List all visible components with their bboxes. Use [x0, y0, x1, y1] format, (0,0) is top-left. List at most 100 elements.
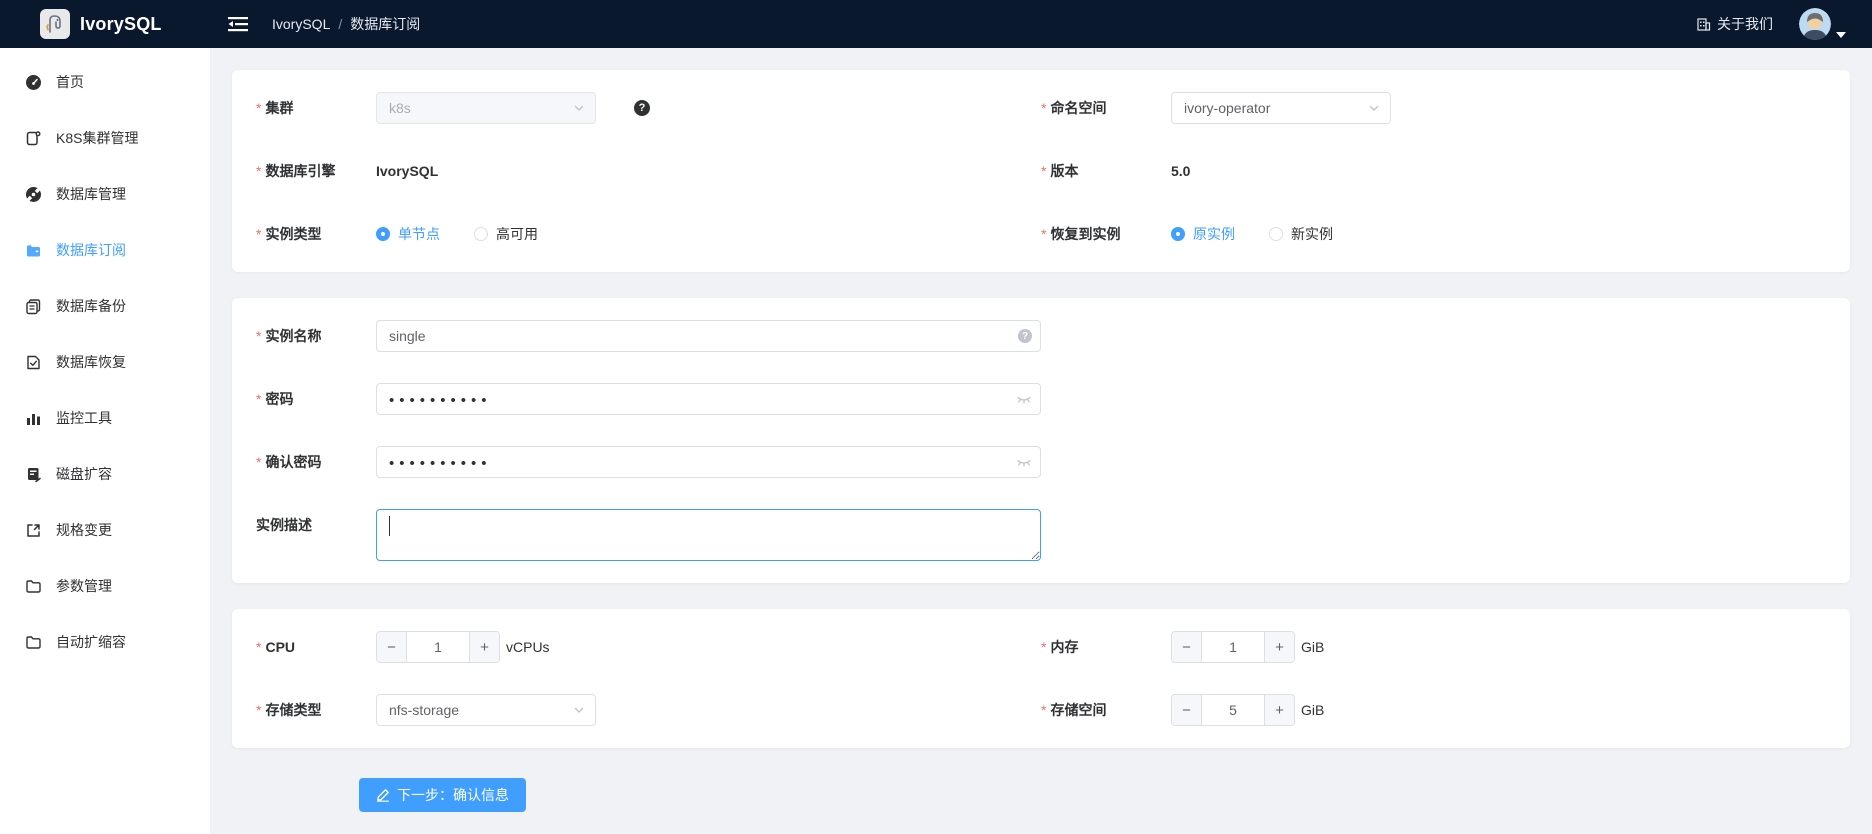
brand[interactable]: IvorySQL [0, 9, 210, 39]
sidebar-item-label: 数据库订阅 [56, 240, 126, 260]
sidebar-collapse-icon[interactable] [228, 16, 248, 32]
description-textarea[interactable] [376, 509, 1041, 561]
chevron-down-icon [573, 102, 585, 114]
radio-original-instance[interactable]: 原实例 [1171, 224, 1235, 244]
storage-class-label: * 存储类型 [256, 700, 376, 720]
name-help-icon[interactable]: ? [1018, 329, 1032, 343]
cpu-value[interactable]: 1 [407, 639, 469, 655]
sidebar-item-home[interactable]: 首页 [0, 54, 210, 110]
about-us-label: 关于我们 [1717, 14, 1773, 34]
sidebar: 首页 K8S集群管理 数据库管理 数据库订阅 数据库备份 数据库恢复 监控工 [0, 48, 210, 834]
storage-class-select[interactable]: nfs-storage [376, 694, 596, 726]
next-step-button[interactable]: 下一步：确认信息 [359, 778, 526, 812]
minus-icon[interactable]: − [1172, 632, 1202, 662]
minus-icon[interactable]: − [377, 632, 407, 662]
caret-down-icon [1836, 32, 1846, 38]
sidebar-item-k8s-cluster[interactable]: K8S集群管理 [0, 110, 210, 166]
sidebar-item-label: 规格变更 [56, 520, 112, 540]
edit-icon [376, 788, 390, 802]
radio-single-node[interactable]: 单节点 [376, 224, 440, 244]
disk-expand-icon [24, 465, 42, 483]
description-field [376, 509, 1041, 566]
database-restore-icon [24, 353, 42, 371]
eye-closed-icon[interactable] [1016, 391, 1032, 407]
sidebar-item-spec-change[interactable]: 规格变更 [0, 502, 210, 558]
monitor-tools-icon [24, 409, 42, 427]
memory-stepper: − 1 + [1171, 631, 1295, 663]
chevron-down-icon [1368, 102, 1380, 114]
instance-type-radio-group: 单节点 高可用 [376, 224, 572, 244]
sidebar-item-auto-scale[interactable]: 自动扩缩容 [0, 614, 210, 670]
cpu-stepper: − 1 + [376, 631, 500, 663]
sidebar-item-label: 数据库备份 [56, 296, 126, 316]
minus-icon[interactable]: − [1172, 695, 1202, 725]
chevron-down-icon [573, 704, 585, 716]
breadcrumb-item-root[interactable]: IvorySQL [272, 16, 330, 32]
breadcrumb-separator: / [338, 16, 342, 32]
version-label: * 版本 [1041, 161, 1171, 181]
sidebar-item-parameter-manage[interactable]: 参数管理 [0, 558, 210, 614]
database-backup-icon [24, 297, 42, 315]
sidebar-item-label: 磁盘扩容 [56, 464, 112, 484]
memory-value[interactable]: 1 [1202, 639, 1264, 655]
sidebar-item-disk-expand[interactable]: 磁盘扩容 [0, 446, 210, 502]
breadcrumb: IvorySQL / 数据库订阅 [272, 14, 420, 34]
radio-icon [1171, 227, 1185, 241]
namespace-select[interactable]: ivory-operator [1171, 92, 1391, 124]
breadcrumb-item-current: 数据库订阅 [350, 14, 420, 34]
storage-size-stepper: − 5 + [1171, 694, 1295, 726]
top-navbar: IvorySQL IvorySQL / 数据库订阅 关于我们 [0, 0, 1872, 48]
cluster-help-icon[interactable]: ? [634, 100, 650, 116]
ivorysql-logo-icon [40, 9, 70, 39]
memory-unit: GiB [1301, 639, 1324, 655]
engine-label: * 数据库引擎 [256, 161, 376, 181]
sidebar-item-database-restore[interactable]: 数据库恢复 [0, 334, 210, 390]
memory-label: * 内存 [1041, 637, 1171, 657]
plus-icon[interactable]: + [1264, 632, 1294, 662]
sidebar-item-monitor-tools[interactable]: 监控工具 [0, 390, 210, 446]
password-input[interactable] [376, 383, 1041, 415]
sidebar-item-label: 自动扩缩容 [56, 632, 126, 652]
building-icon [1696, 17, 1711, 32]
dashboard-icon [24, 73, 42, 91]
sidebar-item-label: 首页 [56, 72, 84, 92]
text-cursor [389, 516, 390, 536]
confirm-password-label: * 确认密码 [256, 452, 376, 472]
plus-icon[interactable]: + [1264, 695, 1294, 725]
sidebar-item-label: 数据库管理 [56, 184, 126, 204]
radio-icon [474, 227, 488, 241]
card-resources: * CPU − 1 + vCPUs * 内存 − 1 + [232, 609, 1850, 748]
confirm-password-input[interactable] [376, 446, 1041, 478]
about-us-link[interactable]: 关于我们 [1696, 14, 1773, 34]
version-value: 5.0 [1171, 163, 1190, 179]
radio-icon [1269, 227, 1283, 241]
cluster-select[interactable]: k8s [376, 92, 596, 124]
cpu-label: * CPU [256, 639, 376, 655]
cpu-unit: vCPUs [506, 639, 550, 655]
password-field [376, 383, 1041, 415]
namespace-label: * 命名空间 [1041, 98, 1171, 118]
storage-size-value[interactable]: 5 [1202, 702, 1264, 718]
storage-size-label: * 存储空间 [1041, 700, 1171, 720]
engine-value: IvorySQL [376, 163, 438, 179]
k8s-cluster-icon [24, 129, 42, 147]
user-menu[interactable] [1799, 8, 1846, 40]
radio-high-availability[interactable]: 高可用 [474, 224, 538, 244]
instance-name-label: * 实例名称 [256, 326, 376, 346]
spec-change-icon [24, 521, 42, 539]
plus-icon[interactable]: + [469, 632, 499, 662]
brand-title: IvorySQL [80, 14, 162, 35]
card-cluster-settings: * 集群 k8s ? * 命名空间 ivory-operator [232, 70, 1850, 272]
sidebar-item-database-backup[interactable]: 数据库备份 [0, 278, 210, 334]
cluster-label: * 集群 [256, 98, 376, 118]
sidebar-item-database-subscription[interactable]: 数据库订阅 [0, 222, 210, 278]
instance-name-input[interactable] [376, 320, 1041, 352]
radio-new-instance[interactable]: 新实例 [1269, 224, 1333, 244]
instance-type-label: * 实例类型 [256, 224, 376, 244]
sidebar-item-database-manage[interactable]: 数据库管理 [0, 166, 210, 222]
sidebar-item-label: 监控工具 [56, 408, 112, 428]
database-manage-icon [24, 185, 42, 203]
card-instance-info: * 实例名称 ? * 密码 * 确认密码 [232, 298, 1850, 583]
eye-closed-icon[interactable] [1016, 454, 1032, 470]
avatar [1799, 8, 1831, 40]
